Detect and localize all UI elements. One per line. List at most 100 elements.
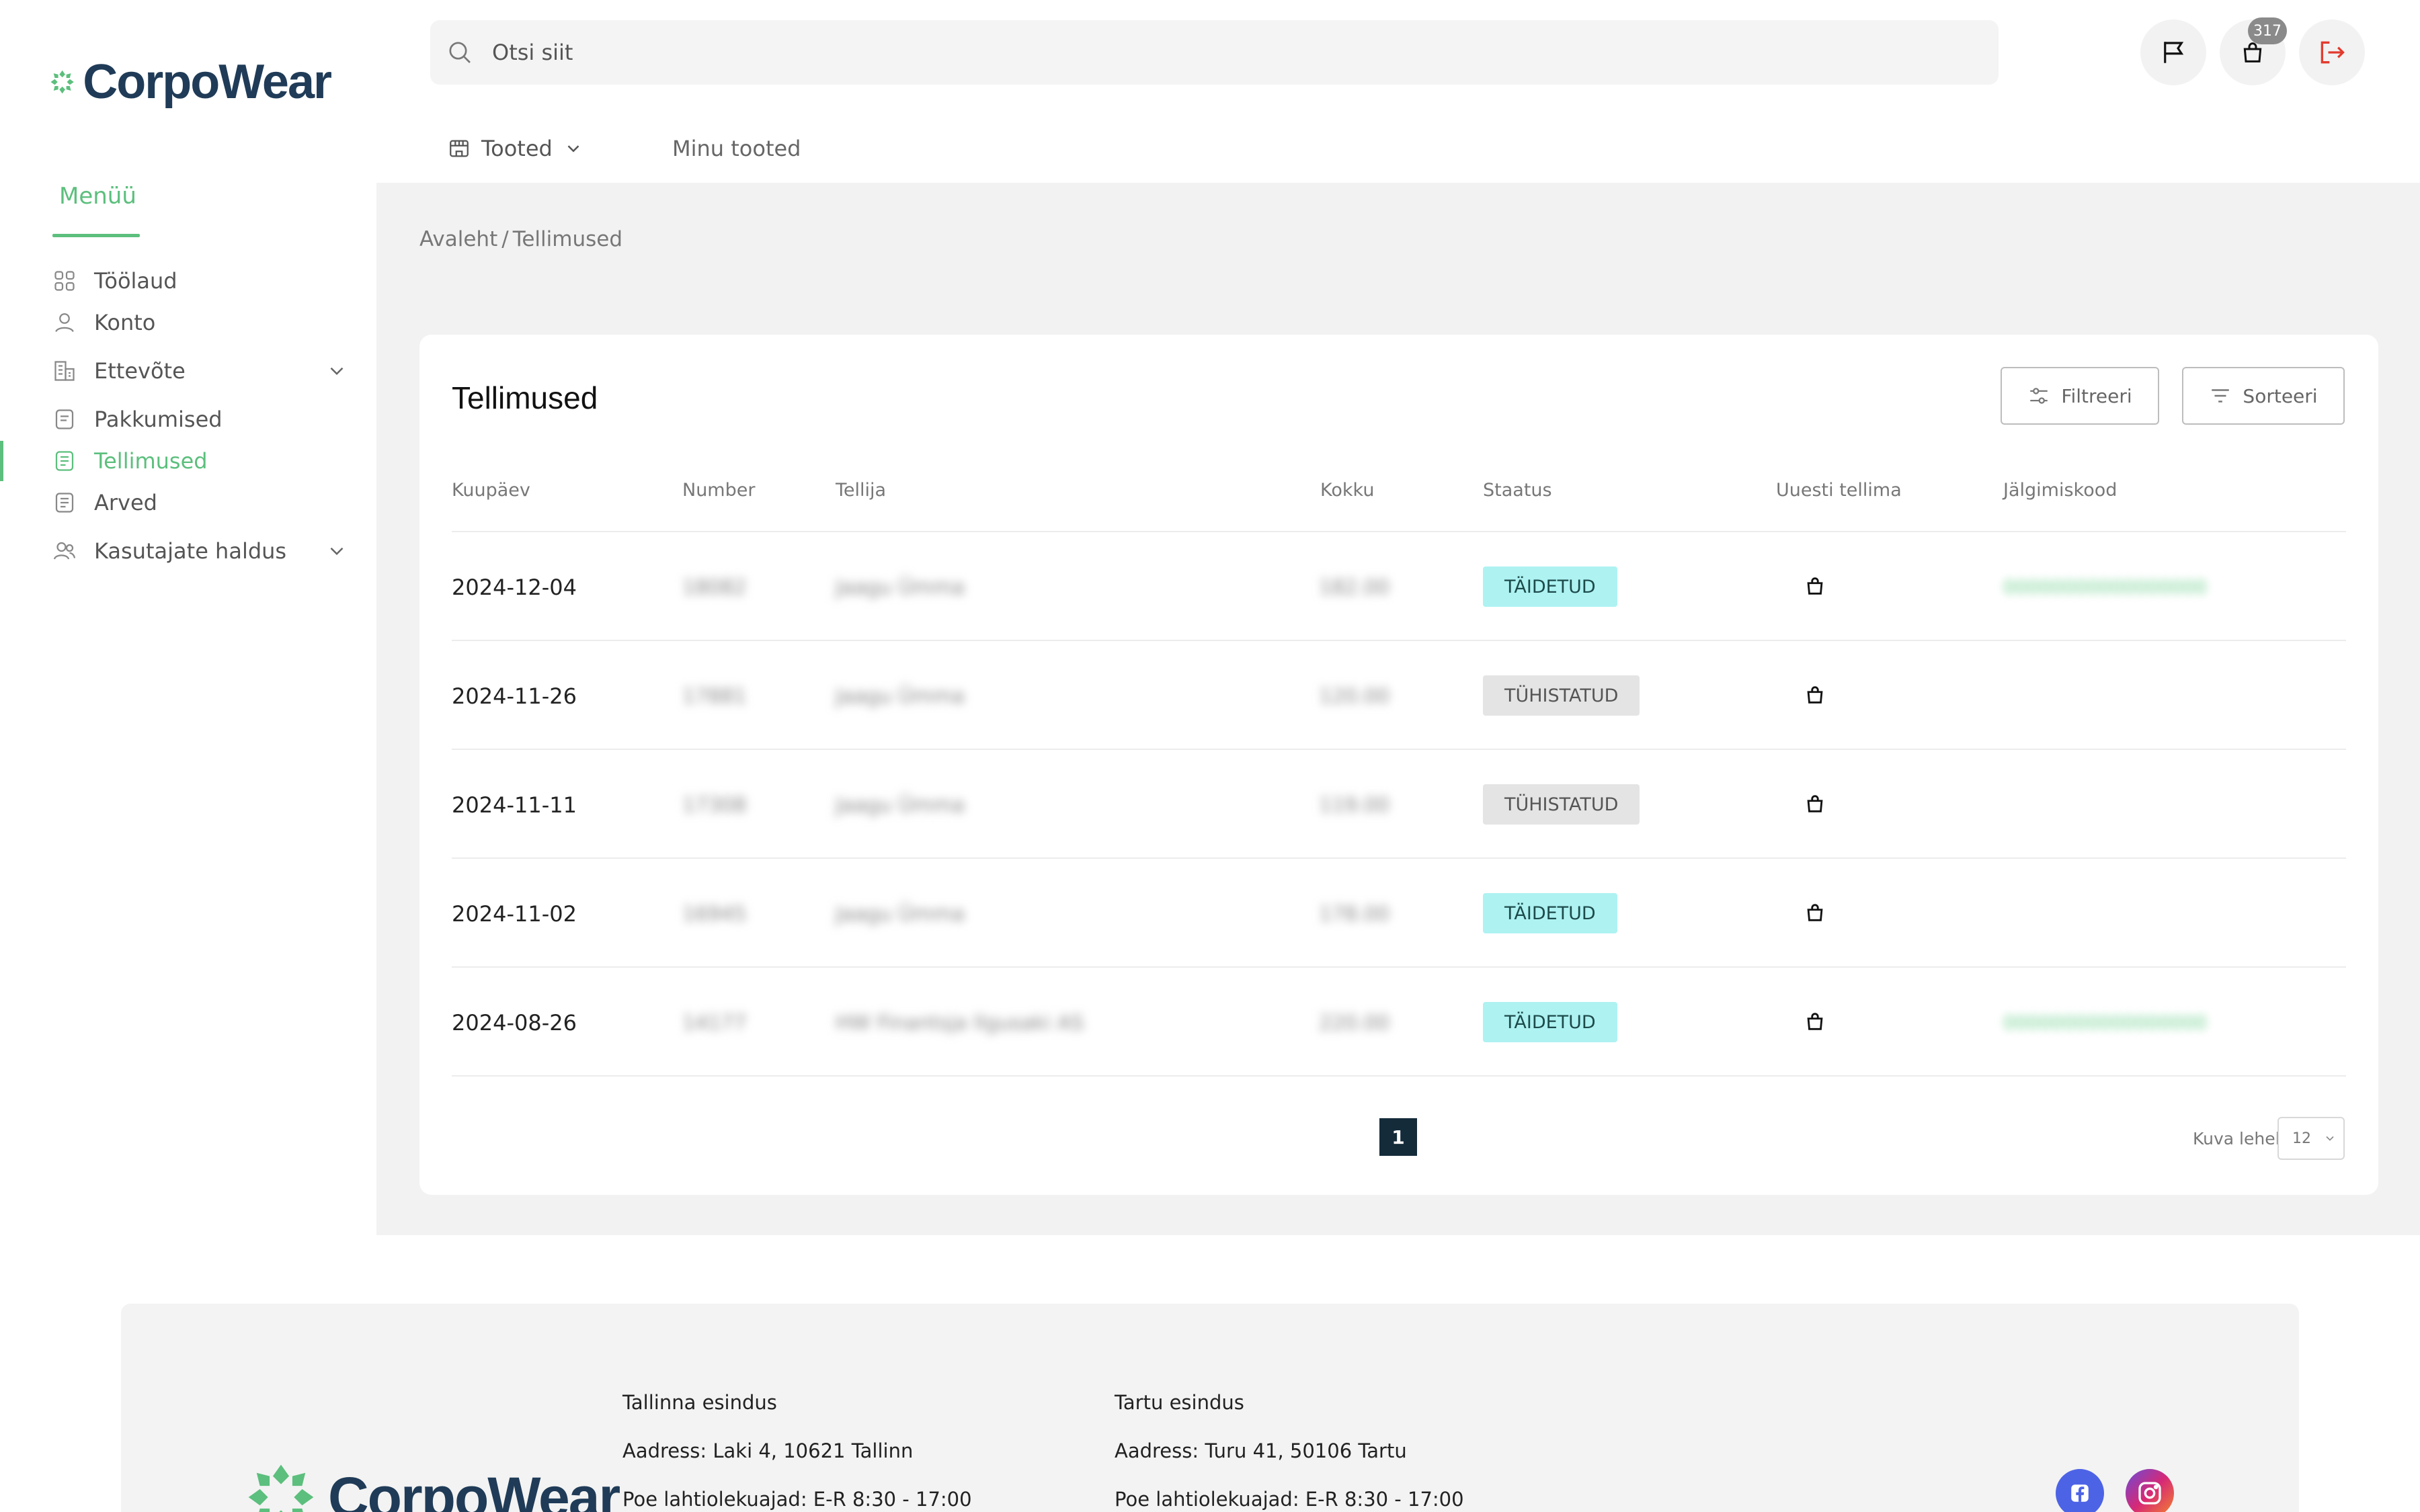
order-date: 2024-11-26 (452, 683, 577, 709)
facebook-link[interactable] (2056, 1469, 2104, 1512)
order-customer: Jaagu Ümma (836, 685, 965, 708)
reorder-button[interactable] (1802, 899, 1828, 926)
order-date: 2024-11-02 (452, 901, 577, 927)
status-badge: TÜHISTATUD (1483, 784, 1640, 825)
order-total: 119.00 (1319, 794, 1389, 817)
column-header-total[interactable]: Kokku (1320, 480, 1374, 501)
nav-products-dropdown[interactable]: Tooted (448, 132, 583, 165)
column-header-number[interactable]: Number (682, 480, 755, 501)
reorder-button[interactable] (1802, 1008, 1828, 1035)
order-date: 2024-11-11 (452, 792, 577, 818)
shopping-bag-icon (1807, 1013, 1823, 1030)
reorder-button[interactable] (1802, 681, 1828, 708)
order-number[interactable]: 16945 (682, 902, 746, 926)
page-title: Tellimused (452, 380, 598, 415)
flag-icon (2164, 42, 2184, 63)
order-date: 2024-08-26 (452, 1010, 577, 1036)
nav-my-products[interactable]: Minu tooted (672, 132, 801, 165)
reorder-button[interactable] (1802, 790, 1828, 817)
company-icon (52, 359, 77, 383)
dashboard-icon (52, 269, 77, 293)
sidebar-item-arved[interactable]: Arved (52, 484, 348, 521)
document-icon (52, 449, 77, 473)
column-header-tracking[interactable]: Jälgimiskood (2003, 480, 2117, 501)
search-bar[interactable] (430, 20, 1999, 85)
sidebar-item-konto[interactable]: Konto (52, 304, 348, 341)
shopping-bag-icon (1807, 686, 1823, 704)
per-page-select[interactable]: 12 (2277, 1117, 2345, 1160)
filter-button-label: Filtreeri (2061, 384, 2132, 407)
column-header-status[interactable]: Staatus (1483, 480, 1552, 501)
breadcrumb-home[interactable]: Avaleht (419, 227, 497, 251)
logout-button[interactable] (2299, 19, 2365, 85)
tracking-code[interactable]: 00000000000000000 (2003, 1011, 2207, 1034)
chevron-down-icon (330, 547, 344, 556)
tracking-code[interactable]: 00000000000000000 (2003, 576, 2207, 598)
order-number[interactable]: 18082 (682, 576, 746, 599)
sidebar-item-label: Konto (94, 310, 156, 335)
menu-underline (52, 234, 140, 237)
order-date: 2024-12-04 (452, 575, 577, 600)
search-input[interactable] (492, 40, 1837, 65)
breadcrumb-separator: / (501, 227, 509, 251)
per-page-value: 12 (2292, 1130, 2311, 1147)
cart-count-badge: 317 (2248, 17, 2287, 44)
logo[interactable]: CorpoWear (48, 48, 332, 116)
reorder-button[interactable] (1802, 573, 1828, 599)
shopping-bag-icon (1807, 577, 1823, 595)
order-customer: Jaagu Ümma (836, 576, 965, 599)
footer-tartu-address: Aadress: Turu 41, 50106 Tartu (1115, 1439, 1407, 1462)
column-header-reorder[interactable]: Uuesti tellima (1776, 480, 1902, 501)
column-header-date[interactable]: Kuupäev (452, 480, 530, 501)
status-badge: TÜHISTATUD (1483, 675, 1640, 716)
footer-tallinn-address: Aadress: Laki 4, 10621 Tallinn (622, 1439, 914, 1462)
sidebar-item-label: Tellimused (94, 448, 208, 474)
breadcrumb-current: Tellimused (512, 227, 623, 251)
filter-button[interactable]: Filtreeri (2001, 367, 2159, 425)
users-icon (52, 539, 77, 563)
status-badge: TÄIDETUD (1483, 893, 1617, 933)
logo-mark-icon (248, 1464, 314, 1512)
sidebar-item-label: Ettevõte (94, 358, 186, 384)
chevron-down-icon (2326, 1136, 2334, 1141)
table-divider (452, 1075, 2346, 1077)
shopping-bag-icon (1807, 795, 1823, 812)
flag-button[interactable] (2140, 19, 2206, 85)
menu-title: Menüü (59, 183, 136, 210)
order-number[interactable]: 17881 (682, 685, 746, 708)
sidebar-item-label: Töölaud (94, 268, 177, 294)
instagram-link[interactable] (2126, 1469, 2174, 1512)
nav-products-label: Tooted (481, 136, 553, 161)
footer-logo[interactable]: CorpoWear (242, 1458, 620, 1512)
facebook-icon (2071, 1484, 2089, 1502)
table-divider (452, 531, 2346, 532)
order-number[interactable]: 14177 (682, 1011, 746, 1035)
sidebar-item-pakkumised[interactable]: Pakkumised (52, 401, 348, 438)
orders-card (419, 335, 2378, 1195)
logo-text: CorpoWear (83, 55, 332, 109)
order-customer: Jaagu Ümma (836, 902, 965, 926)
sort-icon (2212, 389, 2230, 403)
search-icon (449, 42, 471, 63)
per-page-label: Kuva lehel (2193, 1129, 2280, 1148)
footer-logo-text: CorpoWear (328, 1465, 620, 1512)
sidebar-item-ettevote[interactable]: Ettevõte (52, 352, 348, 390)
pagination-page-1[interactable]: 1 (1379, 1118, 1417, 1156)
logo-mark-icon (50, 70, 74, 94)
sidebar-item-toolaud[interactable]: Töölaud (52, 262, 348, 300)
status-badge: TÄIDETUD (1483, 1002, 1617, 1042)
sidebar-item-kasutajate-haldus[interactable]: Kasutajate haldus (52, 532, 348, 570)
table-divider (452, 749, 2346, 750)
logout-icon (2321, 41, 2345, 64)
sort-button[interactable]: Sorteeri (2182, 367, 2345, 425)
sidebar-item-tellimused[interactable]: Tellimused (52, 442, 348, 480)
document-icon (52, 407, 77, 431)
order-number[interactable]: 17308 (682, 794, 746, 817)
table-divider (452, 640, 2346, 641)
column-header-customer[interactable]: Tellija (836, 480, 886, 501)
footer-tartu-title: Tartu esindus (1115, 1391, 1244, 1414)
breadcrumb: Avaleht / Tellimused (419, 227, 622, 251)
instagram-icon (2138, 1482, 2161, 1505)
store-icon (450, 140, 469, 157)
document-icon (52, 491, 77, 515)
